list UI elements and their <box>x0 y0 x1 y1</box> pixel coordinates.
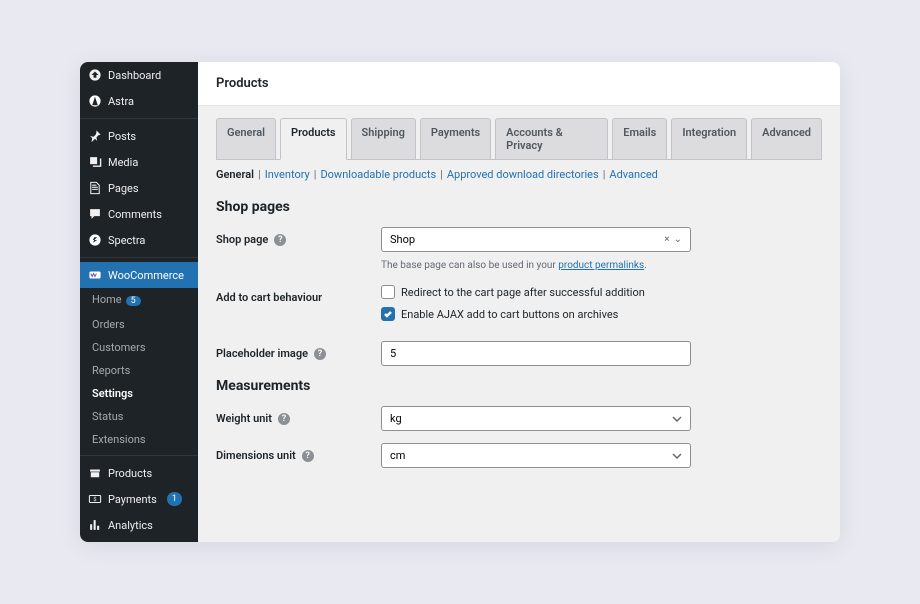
field-add-to-cart: Add to cart behaviour Redirect to the ca… <box>216 285 822 329</box>
sidebar-label: Products <box>108 467 152 480</box>
chevron-down-icon[interactable]: ⌄ <box>674 234 682 245</box>
label-add-to-cart: Add to cart behaviour <box>216 291 322 304</box>
permalinks-link[interactable]: product permalinks <box>558 260 644 271</box>
label-shop-page: Shop page <box>216 233 268 246</box>
sidebar-label: Payments <box>108 493 157 506</box>
divider <box>80 455 198 456</box>
tab-payments[interactable]: Payments <box>420 118 491 159</box>
sidebar-item-media[interactable]: Media <box>80 149 198 175</box>
sidebar-item-dashboard[interactable]: Dashboard <box>80 62 198 88</box>
divider <box>80 257 198 258</box>
tab-accounts-privacy[interactable]: Accounts & Privacy <box>495 118 608 159</box>
woocommerce-icon <box>88 268 102 282</box>
subtab-advanced[interactable]: Advanced <box>609 168 657 181</box>
sidebar-sub-customers[interactable]: Customers <box>80 336 198 359</box>
comment-icon <box>88 207 102 221</box>
clear-icon[interactable]: × <box>664 234 669 245</box>
subtab-approved-dirs[interactable]: Approved download directories <box>447 168 599 181</box>
app-window: Dashboard Astra Posts Media Pages Commen… <box>80 62 840 542</box>
settings-subtabs: General| Inventory| Downloadable product… <box>216 159 822 189</box>
sidebar-sub-reports[interactable]: Reports <box>80 359 198 382</box>
sidebar-item-analytics[interactable]: Analytics <box>80 512 198 538</box>
sidebar-label: Astra <box>108 95 134 108</box>
tab-general[interactable]: General <box>216 118 276 159</box>
page-title: Products <box>198 62 840 106</box>
products-icon <box>88 466 102 480</box>
sidebar-label: Pages <box>108 182 139 195</box>
help-icon[interactable]: ? <box>274 234 286 246</box>
checkbox-ajax-cart[interactable]: Enable AJAX add to cart buttons on archi… <box>381 307 691 321</box>
subtab-general[interactable]: General <box>216 168 254 181</box>
sidebar-label: Dashboard <box>108 69 161 82</box>
media-icon <box>88 155 102 169</box>
analytics-icon <box>88 518 102 532</box>
tab-integration[interactable]: Integration <box>671 118 747 159</box>
spectra-icon <box>88 233 102 247</box>
sidebar-sub-home[interactable]: Home5 <box>80 288 198 313</box>
sidebar-item-astra[interactable]: Astra <box>80 88 198 114</box>
tab-emails[interactable]: Emails <box>612 118 667 159</box>
help-icon[interactable]: ? <box>302 450 314 462</box>
main-content: Products General Products Shipping Payme… <box>198 62 840 542</box>
field-shop-page: Shop page ? Shop × ⌄ The base page can a… <box>216 227 822 273</box>
sidebar-item-comments[interactable]: Comments <box>80 201 198 227</box>
tab-products[interactable]: Products <box>280 118 347 160</box>
dashboard-icon <box>88 68 102 82</box>
sidebar-sub-status[interactable]: Status <box>80 405 198 428</box>
sidebar-sub-extensions[interactable]: Extensions <box>80 428 198 451</box>
divider <box>80 118 198 119</box>
checkbox-redirect-cart[interactable]: Redirect to the cart page after successf… <box>381 285 691 299</box>
section-heading-shop-pages: Shop pages <box>216 199 822 215</box>
sidebar-item-spectra[interactable]: Spectra <box>80 227 198 253</box>
help-icon[interactable]: ? <box>314 348 326 360</box>
sidebar-label: Analytics <box>108 519 153 532</box>
sidebar-label: Spectra <box>108 234 145 247</box>
select-value: Shop <box>390 233 415 246</box>
field-weight-unit: Weight unit ? kg <box>216 406 822 431</box>
hint-text: The base page can also be used in your p… <box>381 258 691 273</box>
settings-content: General Products Shipping Payments Accou… <box>198 106 840 542</box>
sidebar-item-posts[interactable]: Posts <box>80 123 198 149</box>
settings-tabs: General Products Shipping Payments Accou… <box>216 106 822 159</box>
checkbox-icon[interactable] <box>381 307 395 321</box>
sidebar-item-products[interactable]: Products <box>80 460 198 486</box>
sidebar-label: Comments <box>108 208 162 221</box>
count-badge: 1 <box>167 492 182 506</box>
checkbox-icon[interactable] <box>381 285 395 299</box>
tab-shipping[interactable]: Shipping <box>351 118 416 159</box>
sidebar-label: Media <box>108 156 138 169</box>
sidebar-item-woocommerce[interactable]: WooCommerce <box>80 262 198 288</box>
placeholder-image-input[interactable] <box>381 341 691 366</box>
label-placeholder: Placeholder image <box>216 347 308 360</box>
admin-sidebar: Dashboard Astra Posts Media Pages Commen… <box>80 62 198 542</box>
sidebar-label: Posts <box>108 130 136 143</box>
payments-icon: $ <box>88 492 102 506</box>
field-dimensions-unit: Dimensions unit ? cm <box>216 443 822 468</box>
sidebar-label: WooCommerce <box>108 269 184 282</box>
pages-icon <box>88 181 102 195</box>
svg-text:$: $ <box>93 496 96 503</box>
label-weight-unit: Weight unit <box>216 412 272 425</box>
tab-advanced[interactable]: Advanced <box>751 118 822 159</box>
section-heading-measurements: Measurements <box>216 378 822 394</box>
field-placeholder-image: Placeholder image ? <box>216 341 822 366</box>
shop-page-select[interactable]: Shop × ⌄ <box>381 227 691 252</box>
sidebar-item-pages[interactable]: Pages <box>80 175 198 201</box>
sidebar-sub-orders[interactable]: Orders <box>80 313 198 336</box>
help-icon[interactable]: ? <box>278 413 290 425</box>
subtab-downloadable[interactable]: Downloadable products <box>320 168 436 181</box>
label-dimensions-unit: Dimensions unit <box>216 449 296 462</box>
sidebar-sub-settings[interactable]: Settings <box>80 382 198 405</box>
dimensions-unit-select[interactable]: cm <box>381 443 691 468</box>
subtab-inventory[interactable]: Inventory <box>265 168 310 181</box>
weight-unit-select[interactable]: kg <box>381 406 691 431</box>
pin-icon <box>88 129 102 143</box>
sidebar-item-payments[interactable]: $ Payments 1 <box>80 486 198 512</box>
count-badge: 5 <box>126 296 141 306</box>
astra-icon <box>88 94 102 108</box>
